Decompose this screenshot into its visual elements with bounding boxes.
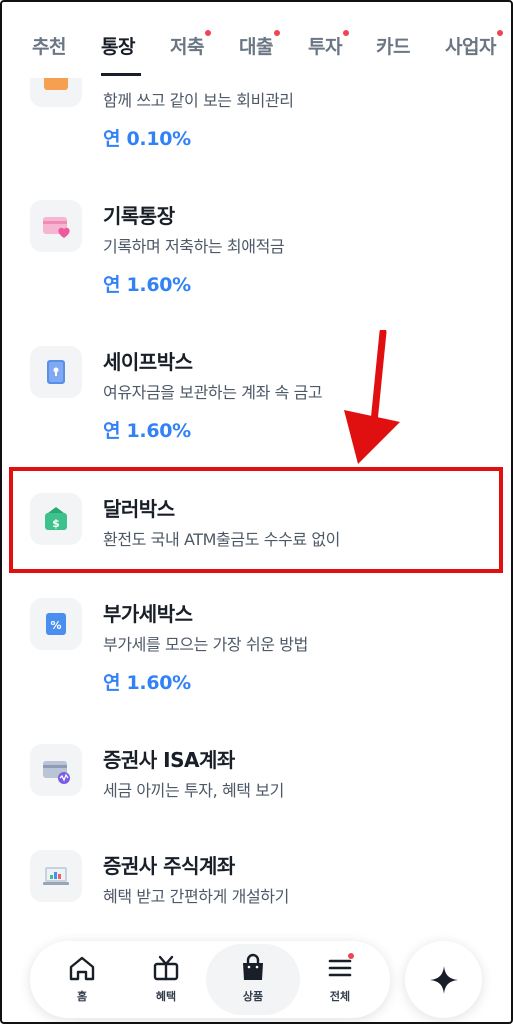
product-rate: 연 0.10% [103, 128, 191, 150]
product-title: 증권사 ISA계좌 [103, 748, 235, 772]
nav-label: 전체 [329, 990, 351, 1003]
product-desc: 함께 쓰고 같이 보는 회비관리 [103, 91, 294, 110]
highlight-box [9, 467, 503, 573]
nav-products[interactable]: 상품 [223, 953, 283, 1004]
bottom-nav: 홈 혜택 상품 전체 [30, 941, 390, 1018]
product-title: 부가세박스 [103, 602, 193, 626]
tab-loans[interactable]: 대출 [239, 30, 280, 59]
active-tab-indicator [101, 73, 141, 76]
product-title: 증권사 주식계좌 [103, 854, 235, 878]
notification-dot [348, 953, 354, 959]
card-chart-icon [30, 744, 82, 796]
product-desc: 혜택 받고 간편하게 개설하기 [103, 887, 289, 906]
percent-icon: % [30, 598, 82, 650]
laptop-chart-icon [30, 850, 82, 902]
tab-accounts[interactable]: 통장 [101, 32, 135, 59]
product-rate: 연 1.60% [103, 274, 191, 296]
notification-dot [496, 30, 503, 36]
nav-all[interactable]: 전체 [310, 953, 370, 1004]
nav-label: 홈 [76, 990, 88, 1003]
product-desc: 여유자금을 보관하는 계좌 속 금고 [103, 383, 323, 402]
notification-dot [273, 30, 280, 36]
sparkle-icon [429, 965, 458, 994]
nav-home[interactable]: 홈 [52, 953, 112, 1004]
nav-benefits[interactable]: 혜택 [136, 953, 196, 1004]
home-icon [69, 956, 95, 981]
notification-dot [204, 30, 211, 36]
product-title: 세이프박스 [103, 350, 193, 374]
category-tabs: 추천 통장 저축 대출 투자 카드 사업자 [0, 0, 513, 78]
ai-assistant-button[interactable] [405, 941, 482, 1018]
tab-savings[interactable]: 저축 [170, 30, 211, 59]
gift-icon [153, 955, 179, 981]
svg-text:%: % [50, 619, 61, 632]
product-title: 기록통장 [103, 204, 175, 228]
shopping-bag-icon [243, 953, 263, 980]
tab-cards[interactable]: 카드 [376, 32, 410, 59]
pointer-arrow-icon [344, 330, 400, 464]
notification-dot [342, 30, 349, 36]
product-rate: 연 1.60% [103, 420, 191, 442]
product-desc: 기록하며 저축하는 최애적금 [103, 237, 285, 256]
product-rate: 연 1.60% [103, 672, 191, 694]
nav-label: 혜택 [155, 990, 177, 1003]
tab-business[interactable]: 사업자 [445, 30, 503, 59]
nav-label: 상품 [242, 990, 264, 1003]
product-desc: 부가세를 모으는 가장 쉬운 방법 [103, 635, 308, 654]
card-heart-icon [30, 200, 82, 252]
product-desc: 세금 아끼는 투자, 혜택 보기 [103, 781, 284, 800]
tab-invest[interactable]: 투자 [308, 30, 349, 59]
safe-box-icon [30, 346, 82, 398]
tab-recommend[interactable]: 추천 [32, 32, 66, 59]
